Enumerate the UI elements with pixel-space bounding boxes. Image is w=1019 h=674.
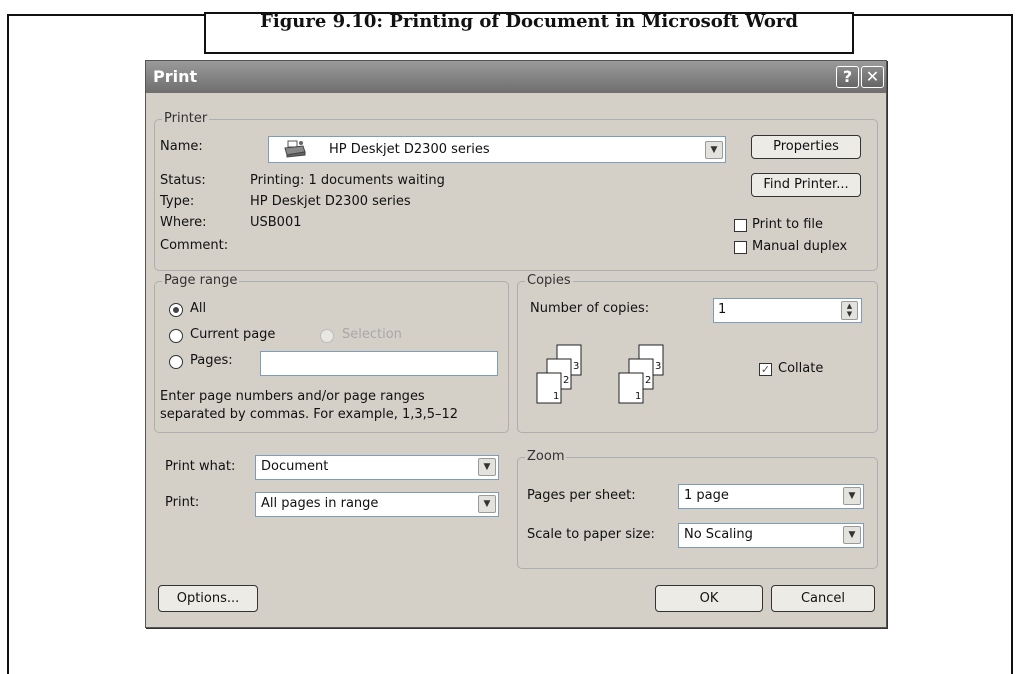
all-label: All bbox=[190, 301, 207, 316]
collate-page-label: 1 bbox=[553, 391, 559, 402]
status-label: Status: bbox=[160, 173, 206, 188]
pages-input[interactable] bbox=[260, 351, 498, 376]
options-button-label: Options... bbox=[176, 591, 240, 606]
collate-page-label: 2 bbox=[645, 375, 651, 386]
where-label: Where: bbox=[160, 215, 207, 230]
printer-name-select[interactable]: HP Deskjet D2300 series ▼ bbox=[268, 136, 726, 163]
ok-button[interactable]: OK bbox=[655, 585, 763, 612]
zoom-legend: Zoom bbox=[525, 449, 567, 464]
number-of-copies-label: Number of copies: bbox=[530, 301, 650, 316]
collate-checkbox[interactable]: ✓ bbox=[759, 363, 772, 376]
collate-page-label: 1 bbox=[635, 391, 641, 402]
pages-per-sheet-label: Pages per sheet: bbox=[527, 488, 636, 503]
dialog-title: Print bbox=[153, 67, 198, 86]
comment-label: Comment: bbox=[160, 238, 229, 253]
chevron-down-icon[interactable]: ▼ bbox=[478, 495, 496, 513]
collate-page-label: 3 bbox=[655, 361, 661, 372]
current-page-label: Current page bbox=[190, 327, 276, 342]
collate-page-label: 2 bbox=[563, 375, 569, 386]
manual-duplex-checkbox[interactable] bbox=[734, 241, 747, 254]
cancel-button-label: Cancel bbox=[800, 591, 846, 606]
print-value: All pages in range bbox=[261, 496, 379, 511]
pages-per-sheet-value: 1 page bbox=[684, 488, 729, 503]
print-what-select[interactable]: Document ▼ bbox=[255, 455, 499, 480]
collate-label: Collate bbox=[778, 361, 824, 376]
printer-legend: Printer bbox=[162, 111, 210, 126]
title-bar: Print ? ✕ bbox=[146, 61, 886, 93]
print-label: Print: bbox=[165, 495, 200, 510]
number-of-copies-input[interactable]: 1 ▲ ▼ bbox=[713, 298, 862, 323]
print-to-file-checkbox[interactable] bbox=[734, 219, 747, 232]
manual-duplex-label: Manual duplex bbox=[752, 239, 848, 254]
options-button[interactable]: Options... bbox=[158, 585, 258, 612]
print-what-value: Document bbox=[261, 459, 329, 474]
properties-button-label: Properties bbox=[773, 139, 839, 154]
status-value: Printing: 1 documents waiting bbox=[250, 173, 445, 188]
help-button[interactable]: ? bbox=[836, 66, 859, 88]
find-printer-button[interactable]: Find Printer... bbox=[751, 173, 861, 197]
selection-label: Selection bbox=[342, 327, 402, 342]
print-what-label: Print what: bbox=[165, 459, 236, 474]
scale-to-paper-label: Scale to paper size: bbox=[527, 527, 655, 542]
properties-button[interactable]: Properties bbox=[751, 135, 861, 159]
close-button[interactable]: ✕ bbox=[861, 66, 884, 88]
page-range-hint-line2: separated by commas. For example, 1,3,5–… bbox=[160, 407, 459, 422]
zoom-group: Zoom bbox=[517, 449, 878, 569]
scale-to-paper-select[interactable]: No Scaling ▼ bbox=[678, 523, 864, 548]
all-radio[interactable] bbox=[169, 303, 183, 317]
page-range-hint-line1: Enter page numbers and/or page ranges bbox=[160, 389, 425, 404]
type-label: Type: bbox=[160, 194, 195, 209]
print-dialog: Print ? ✕ Printer Name: HP Deskjet D2300… bbox=[145, 60, 887, 628]
chevron-down-icon[interactable]: ▼ bbox=[478, 458, 496, 476]
printer-icon bbox=[284, 140, 306, 158]
printer-name-label: Name: bbox=[160, 139, 203, 154]
print-to-file-label: Print to file bbox=[752, 217, 824, 232]
scale-to-paper-value: No Scaling bbox=[684, 527, 753, 542]
pages-per-sheet-select[interactable]: 1 page ▼ bbox=[678, 484, 864, 509]
chevron-down-icon[interactable]: ▼ bbox=[705, 141, 723, 159]
ok-button-label: OK bbox=[699, 591, 719, 606]
printer-name-value: HP Deskjet D2300 series bbox=[329, 142, 490, 157]
copies-legend: Copies bbox=[525, 273, 573, 288]
type-value: HP Deskjet D2300 series bbox=[250, 194, 411, 209]
current-page-radio[interactable] bbox=[169, 329, 183, 343]
print-select[interactable]: All pages in range ▼ bbox=[255, 492, 499, 517]
pages-radio[interactable] bbox=[169, 355, 183, 369]
pages-label: Pages: bbox=[190, 353, 233, 368]
selection-radio[interactable] bbox=[320, 329, 334, 343]
figure-caption: Figure 9.10: Printing of Document in Mic… bbox=[204, 12, 854, 54]
spinner-up-down-icon[interactable]: ▲ ▼ bbox=[841, 301, 858, 320]
chevron-down-icon[interactable]: ▼ bbox=[843, 487, 861, 505]
find-printer-button-label: Find Printer... bbox=[763, 177, 849, 192]
collate-illustration: 3 2 1 3 2 1 bbox=[529, 341, 709, 421]
chevron-down-icon[interactable]: ▼ bbox=[843, 526, 861, 544]
cancel-button[interactable]: Cancel bbox=[771, 585, 875, 612]
where-value: USB001 bbox=[250, 215, 302, 230]
collate-page-label: 3 bbox=[573, 361, 579, 372]
figure-caption-text: Figure 9.10: Printing of Document in Mic… bbox=[260, 11, 798, 32]
number-of-copies-value: 1 bbox=[718, 302, 727, 317]
page-range-legend: Page range bbox=[162, 273, 240, 288]
